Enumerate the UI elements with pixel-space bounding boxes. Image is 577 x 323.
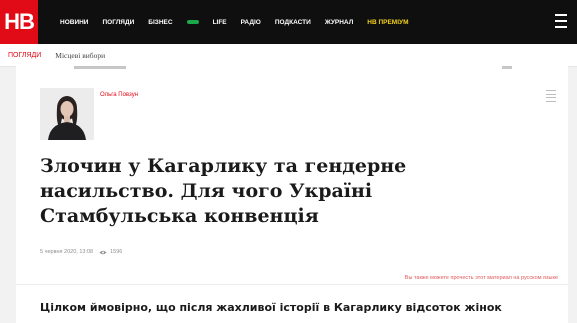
nav-item-1[interactable]: ПОГЛЯДИ	[102, 19, 134, 26]
nav-item-7[interactable]: ЖУРНАЛ	[325, 19, 353, 26]
nav-item-6[interactable]: ПОДКАСТИ	[275, 19, 311, 26]
article-meta: 5 червня 2020, 13:08 1596	[40, 249, 122, 255]
author-name[interactable]: Ольга Повзун	[100, 92, 138, 98]
site-logo-text: НВ	[4, 9, 35, 34]
article-lead: Цілком ймовірно, що після жахливої істор…	[40, 301, 502, 314]
nav-item-3[interactable]	[186, 20, 199, 24]
eye-icon	[99, 250, 107, 254]
strip-mark	[502, 66, 512, 69]
article-title: Злочин у Кагарлику та гендерне насильств…	[40, 155, 407, 227]
nav-item-5[interactable]: РАДІО	[241, 19, 261, 26]
nav-item-2[interactable]: БІЗНЕС	[148, 19, 172, 26]
nav-item-8[interactable]: НВ ПРЕМІУМ	[367, 19, 408, 26]
divider	[16, 284, 568, 285]
share-lines-icon[interactable]	[546, 90, 556, 102]
top-navigation-bar: НВ НОВИНИ ПОГЛЯДИ БІЗНЕС LIFE РАДІО ПОДКАСТИ Ж…	[0, 0, 577, 44]
site-logo[interactable]: НВ	[0, 0, 38, 44]
breadcrumb-tag-link[interactable]: Місцеві вибори	[55, 51, 105, 60]
breadcrumb: ПОГЛЯДИ Місцеві вибори	[0, 44, 577, 67]
nav-item-0[interactable]: НОВИНИ	[60, 19, 88, 26]
publish-date: 5 червня 2020, 13:08	[40, 249, 94, 255]
article-card: Ольга Повзун Злочин у Кагарлику та генде…	[16, 66, 568, 323]
hamburger-icon[interactable]	[555, 14, 567, 28]
russian-version-link[interactable]: Вы также можете прочесть этот материал н…	[405, 275, 558, 281]
view-count: 1596	[110, 249, 123, 255]
author-photo[interactable]	[40, 88, 94, 140]
strip-mark	[74, 66, 126, 69]
nav-item-4[interactable]: LIFE	[213, 19, 227, 26]
main-nav: НОВИНИ ПОГЛЯДИ БІЗНЕС LIFE РАДІО ПОДКАСТИ ЖУРН…	[60, 19, 422, 26]
author-portrait-icon	[40, 88, 94, 140]
breadcrumb-section-link[interactable]: ПОГЛЯДИ	[8, 52, 41, 59]
